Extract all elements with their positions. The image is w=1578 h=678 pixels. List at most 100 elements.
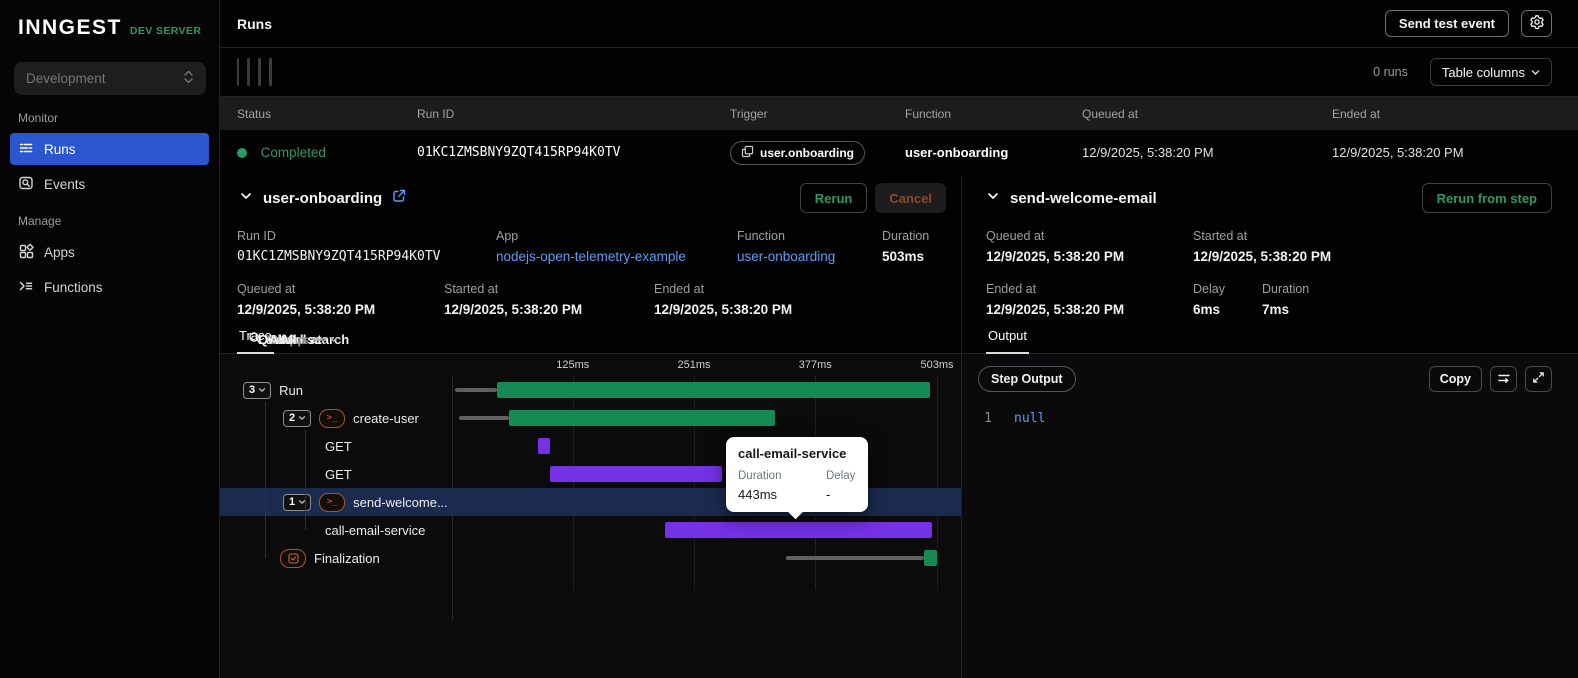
trace-row-label: send-welcome... xyxy=(353,494,448,510)
axis-tick: 377ms xyxy=(798,359,832,371)
filter-bar: Show search Queued at Last 3d Status All xyxy=(220,48,1578,347)
collapse-count-badge[interactable]: 3 xyxy=(243,381,272,399)
tab-trace[interactable]: Trace xyxy=(237,328,274,354)
axis-tick: 125ms xyxy=(556,359,590,371)
sidebar-item-runs[interactable]: Runs xyxy=(10,133,209,165)
line-number: 1 xyxy=(984,411,992,426)
cancel-button[interactable]: Cancel xyxy=(875,183,946,213)
trace-row[interactable]: 3 Run xyxy=(220,376,961,404)
output-code[interactable]: 1 null xyxy=(962,392,1578,428)
word-wrap-button[interactable] xyxy=(1490,366,1517,392)
table-columns-button[interactable]: Table columns xyxy=(1429,58,1552,86)
status-filter: Status All xyxy=(258,58,322,347)
column-header-ended-at: Ended at xyxy=(1332,106,1381,121)
copy-button[interactable]: Copy xyxy=(1428,366,1482,392)
events-icon xyxy=(18,175,34,194)
terminal-step-icon: >_ xyxy=(319,408,346,428)
run-function-cell: user-onboarding xyxy=(905,145,1009,160)
trace-bar-step[interactable] xyxy=(664,522,933,538)
finalization-check-icon xyxy=(280,548,306,568)
tooltip-title: call-email-service xyxy=(738,446,847,461)
column-header-queued-at: Queued at xyxy=(1082,106,1139,121)
tab-output[interactable]: Output xyxy=(986,328,1030,354)
app-link[interactable]: nodejs-open-telemetry-example xyxy=(496,249,737,264)
trigger-pill[interactable]: user.onboarding xyxy=(730,140,866,165)
chevron-down-icon xyxy=(1531,65,1540,80)
run-trigger-cell: user.onboarding xyxy=(730,140,905,165)
logo-row: INNGEST DEV SERVER xyxy=(0,16,219,40)
sidebar-item-functions[interactable]: Functions xyxy=(10,271,209,303)
trace-row-label: GET xyxy=(325,466,352,482)
dev-server-badge: DEV SERVER xyxy=(129,25,202,37)
inngest-dev-server: INNGEST DEV SERVER Development Monitor R… xyxy=(0,0,1578,678)
chevron-down-icon[interactable] xyxy=(239,189,253,208)
expand-button[interactable] xyxy=(1525,366,1552,392)
trace-bar-step[interactable] xyxy=(537,438,550,454)
apps-icon xyxy=(18,243,34,262)
run-ended-at-cell: 12/9/2025, 5:38:20 PM xyxy=(1332,145,1464,160)
chevron-down-icon[interactable] xyxy=(986,189,1000,208)
trace-bar-queue[interactable] xyxy=(454,388,498,392)
tooltip-delay-label: Delay xyxy=(826,470,856,482)
nav-section-monitor-label: Monitor xyxy=(18,111,59,125)
event-trigger-icon xyxy=(741,145,754,161)
trace-row[interactable]: Finalization xyxy=(220,544,961,572)
started-at-label: Started at xyxy=(444,282,499,296)
sidebar-item-events[interactable]: Events xyxy=(10,168,209,200)
queued-at-value: 12/9/2025, 5:38:20 PM xyxy=(237,302,376,317)
trace-bar-ok[interactable] xyxy=(923,550,937,566)
rerun-from-step-button[interactable]: Rerun from step xyxy=(1421,183,1552,213)
environment-select-value: Development xyxy=(26,71,106,86)
runs-icon xyxy=(18,140,34,159)
trace-row-label: create-user xyxy=(353,410,419,426)
step-detail-title: send-welcome-email xyxy=(1010,189,1157,207)
ended-at-value: 12/9/2025, 5:38:20 PM xyxy=(654,302,793,317)
sidebar-item-apps[interactable]: Apps xyxy=(10,236,209,268)
terminal-step-icon: >_ xyxy=(319,492,346,512)
tooltip-duration-value: 443ms xyxy=(738,487,778,502)
step-ended-at-label: Ended at xyxy=(986,282,1037,296)
trace-tabbar: Trace xyxy=(220,327,961,354)
collapse-count-badge[interactable]: 1 xyxy=(283,493,312,511)
trace-bar-step[interactable] xyxy=(549,466,723,482)
trace-bar-queue[interactable] xyxy=(786,556,925,560)
trace-row[interactable]: call-email-service xyxy=(220,516,961,544)
sidebar-item-label: Events xyxy=(44,176,86,192)
run-id-value: 01KC1ZMSBNY9ZQT415RP94K0TV xyxy=(237,249,441,264)
tree-guide-line xyxy=(305,430,306,530)
settings-gear-button[interactable] xyxy=(1521,10,1552,37)
collapse-count-badge[interactable]: 2 xyxy=(283,409,312,427)
inngest-logo: INNGEST xyxy=(18,16,122,39)
duration-value: 503ms xyxy=(882,249,925,264)
send-test-event-button[interactable]: Send test event xyxy=(1384,10,1509,37)
axis-tick: 251ms xyxy=(677,359,711,371)
duration-label: Duration xyxy=(882,229,930,243)
external-link-icon[interactable] xyxy=(392,189,406,208)
app-filter: App All xyxy=(269,58,327,347)
tooltip-delay-value: - xyxy=(826,487,831,502)
trace-row-label: call-email-service xyxy=(325,522,426,538)
rerun-button[interactable]: Rerun xyxy=(799,183,868,213)
step-started-at-label: Started at xyxy=(1193,229,1248,243)
show-search-button[interactable]: Show search xyxy=(237,58,349,347)
function-label: Function xyxy=(737,229,785,243)
trace-bar-ok[interactable] xyxy=(497,382,931,398)
run-queued-at-cell: 12/9/2025, 5:38:20 PM xyxy=(1082,145,1214,160)
step-started-at-value: 12/9/2025, 5:38:20 PM xyxy=(1193,249,1332,264)
main-content: Runs Send test event Show search Queued … xyxy=(220,0,1578,678)
environment-select[interactable]: Development xyxy=(14,62,206,95)
trace-bar-queue[interactable] xyxy=(458,416,509,420)
trace-axis: 125ms 251ms 377ms 503ms xyxy=(452,358,953,376)
run-table-row[interactable]: Completed 01KC1ZMSBNY9ZQT415RP94K0TV use… xyxy=(220,130,1578,175)
step-queued-at-label: Queued at xyxy=(986,229,1045,243)
runs-count: 0 runs xyxy=(1373,65,1408,79)
column-header-function: Function xyxy=(905,106,952,121)
function-link[interactable]: user-onboarding xyxy=(737,249,882,264)
tooltip-duration-label: Duration xyxy=(738,470,782,482)
run-detail-title: user-onboarding xyxy=(263,189,383,207)
trace-bar-ok[interactable] xyxy=(509,410,775,426)
queued-at-label: Queued at xyxy=(237,282,296,296)
span-tooltip: call-email-service Duration 443ms Delay … xyxy=(726,437,868,520)
time-filter: Queued at Last 3d xyxy=(247,58,337,347)
trace-row[interactable]: 2 >_ create-user xyxy=(220,404,961,432)
